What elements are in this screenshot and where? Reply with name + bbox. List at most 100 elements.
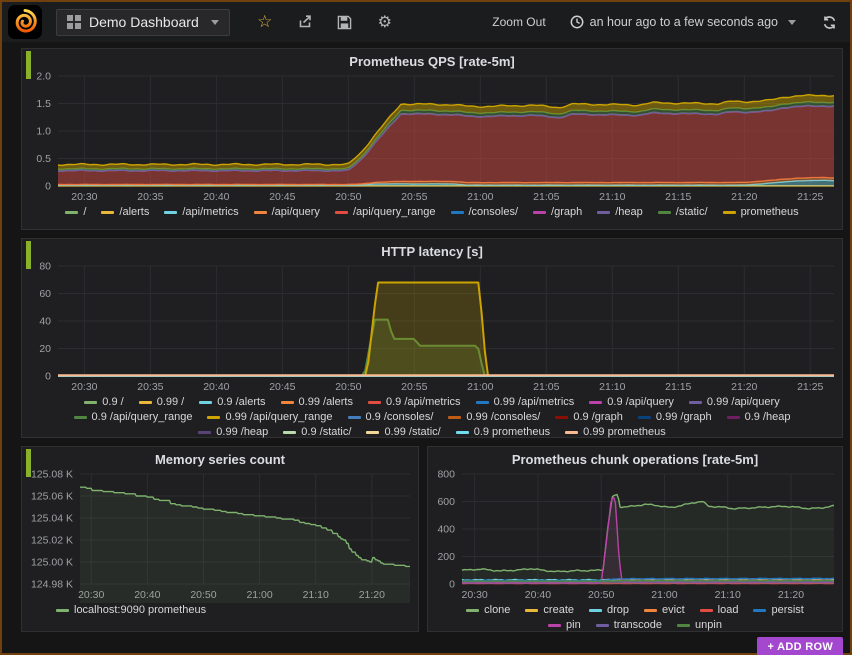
save-button[interactable] bbox=[336, 13, 354, 31]
star-button[interactable]: ☆ bbox=[256, 13, 274, 31]
panel-chunk-operations: Prometheus chunk operations [rate-5m] 0 2… bbox=[427, 446, 843, 632]
legend-item[interactable]: /consoles/ bbox=[450, 206, 518, 218]
legend-color-mark bbox=[367, 400, 381, 404]
legend-item[interactable]: /api/query_range bbox=[334, 206, 436, 218]
dashboard-picker-button[interactable]: Demo Dashboard bbox=[56, 8, 230, 36]
legend-color-mark bbox=[73, 415, 87, 419]
legend-item[interactable]: 0.9 /api/metrics bbox=[367, 396, 461, 408]
legend-item[interactable]: persist bbox=[753, 604, 804, 616]
legend-label: /graph bbox=[551, 206, 583, 218]
legend-color-mark bbox=[475, 400, 489, 404]
legend-item[interactable]: 0.9 /api/query bbox=[589, 396, 674, 408]
legend-item[interactable]: /graph bbox=[533, 206, 582, 218]
legend-item[interactable]: transcode bbox=[595, 619, 662, 631]
time-range-picker[interactable]: an hour ago to a few seconds ago bbox=[570, 15, 796, 29]
legend-item[interactable]: evict bbox=[644, 604, 685, 616]
legend-item[interactable]: 0.9 /consoles/ bbox=[347, 411, 434, 423]
svg-text:20:50: 20:50 bbox=[335, 191, 361, 203]
legend-item[interactable]: 0.9 /api/query_range bbox=[73, 411, 192, 423]
legend-color-mark bbox=[56, 608, 69, 612]
svg-text:21:10: 21:10 bbox=[715, 589, 741, 601]
dashboard-row-latency: HTTP latency [s] 0 20 40 60 80 20:30 20:35 20:4… bbox=[21, 238, 843, 438]
legend-item[interactable]: /static/ bbox=[657, 206, 708, 218]
row-collapse-handle[interactable] bbox=[26, 449, 31, 477]
legend-item[interactable]: localhost:9090 prometheus bbox=[56, 604, 206, 616]
legend-color-mark bbox=[466, 608, 480, 612]
svg-text:21:00: 21:00 bbox=[467, 191, 493, 203]
legend-label: 0.9 /api/query bbox=[607, 396, 674, 408]
add-row-button[interactable]: + ADD ROW bbox=[757, 637, 843, 655]
legend-item[interactable]: 0.9 /graph bbox=[555, 411, 623, 423]
legend-label: 0.9 / bbox=[102, 396, 124, 408]
legend-item[interactable]: /api/metrics bbox=[164, 206, 239, 218]
svg-text:125.08 K: 125.08 K bbox=[31, 469, 73, 481]
panel-title[interactable]: Prometheus chunk operations [rate-5m] bbox=[428, 447, 842, 469]
panel-title[interactable]: Memory series count bbox=[22, 447, 418, 469]
svg-text:20: 20 bbox=[39, 343, 51, 355]
legend-item[interactable]: unpin bbox=[677, 619, 722, 631]
legend-label: /heap bbox=[615, 206, 643, 218]
legend-item[interactable]: 0.99 /heap bbox=[198, 426, 268, 438]
legend-item[interactable]: 0.9 /static/ bbox=[283, 426, 351, 438]
grafana-logo[interactable] bbox=[8, 5, 42, 39]
legend-item[interactable]: prometheus bbox=[722, 206, 799, 218]
zoom-out-button[interactable]: Zoom Out bbox=[492, 15, 545, 29]
legend-item[interactable]: 0.99 /api/query bbox=[688, 396, 780, 408]
legend-item[interactable]: 0.99 /static/ bbox=[366, 426, 441, 438]
svg-text:21:00: 21:00 bbox=[467, 381, 493, 393]
legend-item[interactable]: /alerts bbox=[101, 206, 149, 218]
caret-down-icon bbox=[210, 19, 219, 25]
legend-color-mark bbox=[555, 415, 569, 419]
legend-item[interactable]: /api/query bbox=[253, 206, 320, 218]
legend-color-mark bbox=[677, 623, 691, 627]
panel-title[interactable]: HTTP latency [s] bbox=[22, 239, 842, 261]
chunk-ops-chart-plot[interactable]: 0 200 400 600 800 20:30 20:40 20:50 21:00 21:10 21… bbox=[428, 469, 840, 603]
svg-text:60: 60 bbox=[39, 288, 51, 300]
legend-color-mark bbox=[525, 608, 539, 612]
legend-item[interactable]: clone bbox=[466, 604, 510, 616]
legend-item[interactable]: 0.99 /api/query_range bbox=[207, 411, 333, 423]
refresh-button[interactable] bbox=[820, 13, 838, 31]
svg-text:21:15: 21:15 bbox=[665, 381, 691, 393]
svg-text:20:45: 20:45 bbox=[269, 381, 295, 393]
share-button[interactable] bbox=[296, 13, 314, 31]
legend-item[interactable]: / bbox=[65, 206, 86, 218]
legend-item[interactable]: pin bbox=[548, 619, 581, 631]
legend-item[interactable]: 0.9 /alerts bbox=[199, 396, 266, 408]
row-collapse-handle[interactable] bbox=[26, 241, 31, 269]
legend-label: 0.9 /alerts bbox=[217, 396, 266, 408]
legend-item[interactable]: 0.99 prometheus bbox=[565, 426, 666, 438]
legend-item[interactable]: 0.99 /api/metrics bbox=[475, 396, 575, 408]
legend-item[interactable]: create bbox=[525, 604, 574, 616]
row-collapse-handle[interactable] bbox=[26, 51, 31, 79]
settings-button[interactable]: ⚙ bbox=[376, 13, 394, 31]
legend-label: drop bbox=[607, 604, 630, 616]
legend-item[interactable]: load bbox=[699, 604, 738, 616]
legend-label: 0.99 /consoles/ bbox=[466, 411, 541, 423]
dashboard-footer: + ADD ROW bbox=[2, 637, 843, 655]
share-icon bbox=[299, 15, 311, 28]
legend-label: 0.99 /api/metrics bbox=[493, 396, 575, 408]
svg-text:20:45: 20:45 bbox=[269, 191, 295, 203]
memory-chart-plot[interactable]: 124.98 K 125.00 K 125.02 K 125.04 K 125.06 K… bbox=[22, 469, 416, 603]
legend-item[interactable]: 0.99 / bbox=[138, 396, 184, 408]
legend-label: 0.99 /api/query bbox=[706, 396, 780, 408]
svg-text:21:10: 21:10 bbox=[599, 191, 625, 203]
latency-chart-plot[interactable]: 0 20 40 60 80 20:30 20:35 20:40 20:45 20:50 20:55 2… bbox=[22, 261, 840, 395]
dashboard-row-memory-chunks: Memory series count 124.98 K 125.00 K 125.… bbox=[21, 446, 843, 632]
legend-item[interactable]: 0.99 /consoles/ bbox=[448, 411, 540, 423]
legend-color-mark bbox=[722, 210, 736, 214]
legend-item[interactable]: /heap bbox=[597, 206, 643, 218]
legend-color-mark bbox=[347, 415, 361, 419]
legend-item[interactable]: 0.9 prometheus bbox=[455, 426, 550, 438]
legend-item[interactable]: 0.9 / bbox=[84, 396, 124, 408]
svg-text:0: 0 bbox=[449, 579, 455, 591]
qps-chart-plot[interactable]: 0 0.5 1.0 1.5 2.0 20:30 20:35 20:40 20:45 20:50 20… bbox=[22, 71, 840, 205]
legend-label: 0.9 /consoles/ bbox=[365, 411, 434, 423]
legend-item[interactable]: 0.9 /heap bbox=[726, 411, 790, 423]
legend-item[interactable]: 0.99 /graph bbox=[637, 411, 712, 423]
panel-title[interactable]: Prometheus QPS [rate-5m] bbox=[22, 49, 842, 71]
legend-item[interactable]: drop bbox=[589, 604, 629, 616]
svg-text:400: 400 bbox=[437, 524, 455, 536]
legend-item[interactable]: 0.99 /alerts bbox=[280, 396, 353, 408]
